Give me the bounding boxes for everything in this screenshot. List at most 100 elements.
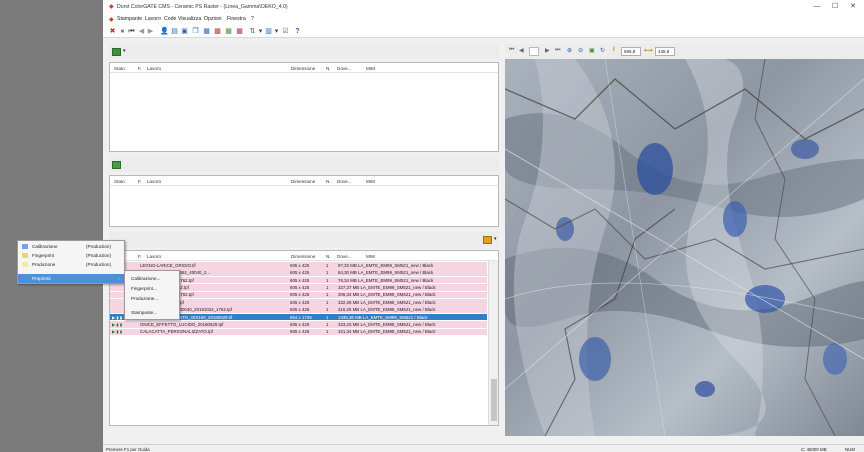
col-mm[interactable]: MIM [366, 179, 375, 184]
color-swatch [22, 244, 28, 249]
col-number[interactable]: F. [138, 254, 142, 259]
zoom-out-icon[interactable]: ⊖ [578, 47, 583, 54]
col-number[interactable]: F. [138, 66, 142, 71]
help-icon[interactable]: ? [293, 27, 302, 36]
previous-icon[interactable]: ◀ [137, 27, 146, 36]
color-target-icon[interactable]: ▩ [213, 27, 222, 36]
col-size[interactable]: Dimensione [291, 66, 315, 71]
table-row[interactable]: ▶ ▮ ▮ ONICE_EFFETTO_LUCIDO_20180529.tpf 60… [110, 321, 487, 328]
menu-item-produzione[interactable]: Produzione (Production) [18, 260, 124, 269]
cell-info: 97,33 MB LA_EMTE_EM99_SM521_new / Black [338, 262, 434, 268]
col-done[interactable]: Dove... [337, 254, 352, 259]
col-done[interactable]: Dove... [337, 179, 352, 184]
cell-job: CALACATTA_PERSONALIZZATO.tpf [140, 329, 213, 335]
app-logo-icon: ◆ [109, 4, 114, 10]
window-icon[interactable]: ❐ [191, 27, 200, 36]
close-button[interactable]: ✕ [845, 2, 861, 12]
col-state[interactable]: Stato [114, 66, 125, 71]
menu-help[interactable]: ? [251, 16, 254, 22]
menu-item-calibrazione[interactable]: Calibrazione (Production) [18, 242, 124, 251]
last-page-icon[interactable]: ⏭ [555, 47, 560, 54]
vertical-scrollbar[interactable] [488, 261, 498, 425]
stop-icon[interactable]: ✖ [108, 27, 117, 36]
col-mm[interactable]: MIM [366, 254, 375, 259]
cell-n: 1 [326, 277, 329, 283]
cell-size: 605 x 425 [290, 329, 310, 335]
desktop-background [0, 0, 103, 452]
magenta-grid-icon[interactable]: ▦ [235, 27, 244, 36]
rotate-icon[interactable]: ↻ [600, 47, 605, 54]
table-row[interactable]: ▶ ▮ ▮ CALACATTA_PERSONALIZZATO.tpf 605 x 4… [110, 328, 487, 336]
green-grid-icon[interactable]: ▦ [224, 27, 233, 36]
hold-queue-icon[interactable] [112, 161, 121, 169]
color-swatch [22, 253, 28, 258]
print-queue-icon[interactable]: ▤ [170, 27, 179, 36]
col-job[interactable]: Lavoro [147, 179, 161, 184]
folder-icon[interactable] [483, 236, 492, 244]
maximize-button[interactable]: ☐ [827, 2, 843, 12]
menu-stampante[interactable]: Stampante [117, 16, 142, 22]
first-icon[interactable]: ⏮ [127, 27, 136, 36]
status-hint: Premere F1 per Guida [106, 446, 150, 452]
page-view-icon[interactable]: ▣ [180, 27, 189, 36]
menu-item-proprieta[interactable]: Proprietà › [18, 274, 124, 283]
cell-size: 664 x 1728 [290, 314, 312, 320]
queue-pane-top[interactable]: Stato F. Lavoro Dimensione N. Dove... MI… [109, 62, 499, 152]
chevron-down-icon[interactable]: ▾ [123, 48, 126, 54]
table-header: Stato F. Lavoro Dimensione N. Dove... MI… [110, 176, 498, 186]
col-n[interactable]: N. [326, 254, 331, 259]
col-n[interactable]: N. [326, 66, 331, 71]
menu-finestra[interactable]: Finestra [227, 16, 246, 22]
cell-n: 1 [326, 284, 329, 290]
status-mode: NUM [845, 446, 855, 452]
col-job[interactable]: Lavoro [147, 66, 161, 71]
layout-icon[interactable]: ▦ [202, 27, 211, 36]
col-size[interactable]: Dimensione [291, 179, 315, 184]
cell-info: 315,25 MB LA_EMTE_EM99_SM521_new / Black [338, 307, 436, 313]
col-number[interactable]: F. [138, 179, 142, 184]
col-n[interactable]: N. [326, 179, 331, 184]
col-job[interactable]: Lavoro [147, 254, 161, 259]
cell-n: 1 [326, 314, 329, 320]
submenu-item-calibrazione[interactable]: Calibrazione... [125, 274, 179, 283]
calendar-dropdown-icon[interactable]: ▾ [272, 27, 281, 36]
cell-info: 76,34 MB LA_EMTE_EM99_SM521_new / Black [338, 277, 434, 283]
col-state[interactable]: Stato [114, 179, 125, 184]
menu-visualizza[interactable]: Visualizza [178, 16, 201, 22]
submenu-item-stampante[interactable]: Stampante... [125, 308, 179, 317]
minimize-button[interactable]: — [809, 2, 825, 12]
queue-toolbar-middle [109, 157, 499, 172]
user-icon[interactable]: 👤 [160, 27, 169, 36]
height-field[interactable]: 435,8 [655, 47, 675, 56]
first-page-icon[interactable]: ⏮ [509, 47, 514, 54]
cell-n: 1 [326, 321, 329, 327]
col-mm[interactable]: MIM [366, 66, 375, 71]
table-row[interactable]: LEGNO-LARICE_GRIGIO.tif 605 x 425 1 97,33 M… [110, 262, 487, 269]
printer-queue-icon[interactable] [112, 48, 121, 56]
queue-pane-middle[interactable]: Stato F. Lavoro Dimensione N. Dove... MI… [109, 175, 499, 227]
menu-item-fingerprint[interactable]: Fingerprint (Production) [18, 251, 124, 260]
cell-size: 605 x 425 [290, 284, 310, 290]
width-field[interactable]: 655,8 [621, 47, 641, 56]
pause-icon[interactable]: ⏸ [118, 27, 127, 36]
next-page-icon[interactable]: ▶ [545, 47, 550, 54]
menu-code[interactable]: Code [164, 16, 176, 22]
cell-n: 1 [326, 299, 329, 305]
next-icon[interactable]: ▶ [146, 27, 155, 36]
fit-icon[interactable]: ▣ [589, 47, 595, 54]
prev-page-icon[interactable]: ◀ [519, 47, 524, 54]
zoom-in-icon[interactable]: ⊕ [567, 47, 572, 54]
col-done[interactable]: Dove... [337, 66, 352, 71]
image-preview[interactable] [505, 59, 864, 436]
menu-opzioni[interactable]: Opzioni [204, 16, 222, 22]
scrollbar-thumb[interactable] [491, 379, 497, 421]
check-icon[interactable]: ☑ [281, 27, 290, 36]
chevron-down-icon[interactable]: ▾ [494, 236, 497, 242]
submenu-item-produzione[interactable]: Produzione... [125, 294, 179, 303]
submenu-item-fingerprint[interactable]: Fingerprint... [125, 284, 179, 293]
page-field[interactable] [529, 47, 539, 56]
menu-lavoro[interactable]: Lavoro [145, 16, 161, 22]
cell-job: LEGNO-LARICE_GRIGIO.tif [140, 262, 196, 268]
main-toolbar: ✖ ⏸ ⏮ ◀ ▶ 👤 ▤ ▣ ❐ ▦ ▩ ▦ ▦ ⇅ ▾ ▥ ▾ ☑ ? [103, 25, 864, 38]
col-size[interactable]: Dimensione [291, 254, 315, 259]
